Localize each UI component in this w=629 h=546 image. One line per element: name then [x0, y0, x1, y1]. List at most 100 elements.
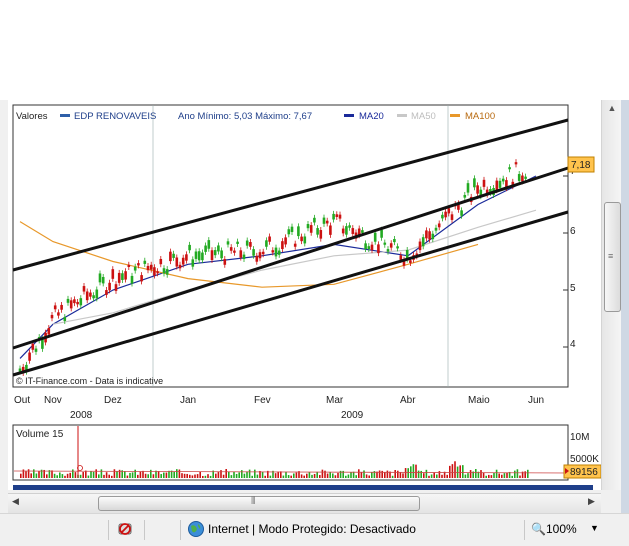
candle [105, 290, 108, 295]
candle [498, 180, 502, 188]
status-separator [180, 520, 181, 540]
volume-bar [511, 475, 513, 478]
chevron-down-icon[interactable]: ▼ [590, 523, 599, 533]
candle [364, 243, 367, 250]
candle [57, 312, 60, 316]
volume-bar [316, 471, 318, 478]
volume-bar [199, 471, 201, 478]
candle [290, 226, 294, 232]
volume-bar [186, 473, 188, 478]
candle [178, 264, 182, 269]
candle [351, 228, 355, 234]
candle [191, 259, 195, 267]
volume-bar [300, 474, 303, 478]
volume-bar [412, 464, 415, 478]
candle [428, 231, 431, 240]
zoom-level[interactable]: 100% [546, 522, 577, 536]
volume-bar [277, 471, 279, 478]
volume-bar [462, 465, 464, 478]
status-separator [108, 520, 109, 540]
candle [207, 240, 211, 249]
volume-bar [69, 472, 71, 478]
y-tick-label: 5 [570, 283, 576, 294]
horizontal-scrollbar[interactable]: ◀ ⦀ ▶ [8, 493, 601, 513]
volume-bar [368, 475, 370, 478]
volume-bar [295, 472, 298, 478]
volume-bar [103, 474, 105, 478]
volume-bar [293, 473, 295, 478]
candle [172, 253, 175, 258]
candle [425, 230, 428, 239]
candle [300, 236, 303, 242]
volume-bar [165, 472, 168, 478]
volume-bar [46, 474, 48, 478]
x-tick-label: Maio [468, 395, 490, 406]
candle [181, 257, 185, 265]
internet-globe-icon[interactable] [187, 520, 205, 538]
volume-bar [248, 469, 251, 478]
volume-bar [311, 474, 313, 478]
volume-bar [74, 472, 77, 478]
candle [114, 284, 118, 291]
zoom-icon[interactable]: 🔍 [531, 522, 546, 536]
legend-ma20: MA20 [359, 111, 384, 122]
volume-bar [423, 473, 425, 478]
volume-bar [30, 473, 32, 478]
volume-bar [160, 474, 162, 478]
volume-bar [82, 472, 84, 478]
candle [418, 241, 422, 251]
vertical-scrollbar[interactable]: ▲ ≡ [601, 100, 622, 490]
volume-bar [137, 474, 139, 478]
candle [338, 214, 342, 219]
volume-bar [147, 474, 149, 478]
security-zone[interactable]: Internet | Modo Protegido: Desactivado [208, 522, 416, 536]
candle [361, 230, 364, 233]
volume-bar [181, 473, 183, 478]
browser-window: Valores EDP RENOVAVEIS Ano Mínimo: 5,03 … [0, 100, 629, 546]
candle [50, 314, 54, 319]
volume-bar [454, 461, 456, 478]
candle [197, 251, 201, 261]
volume-bar [360, 472, 363, 478]
horizontal-scroll-thumb[interactable]: ⦀ [98, 496, 420, 511]
candle [226, 241, 230, 245]
candle [239, 250, 243, 258]
candle [271, 250, 275, 253]
volume-bar [209, 475, 212, 478]
volume-bar [220, 470, 222, 478]
volume-bar [191, 475, 194, 478]
scroll-up-icon[interactable]: ▲ [602, 100, 622, 117]
vertical-scroll-thumb[interactable]: ≡ [604, 202, 621, 312]
volume-bar [202, 475, 204, 478]
volume-tick: 5000K [570, 454, 599, 465]
volume-bar [233, 471, 235, 478]
scroll-left-icon[interactable]: ◀ [12, 496, 19, 507]
candle [460, 210, 463, 216]
volume-bar [493, 472, 495, 478]
scroll-right-icon[interactable]: ▶ [588, 496, 595, 507]
candle [146, 265, 150, 271]
volume-bar [108, 474, 110, 478]
candle [373, 232, 377, 242]
security-blocked-icon[interactable] [116, 520, 134, 538]
candle [162, 268, 166, 274]
volume-bar [282, 475, 285, 478]
candle [287, 229, 291, 235]
volume-bar [287, 475, 290, 478]
candle [89, 292, 92, 297]
window-frame [621, 100, 629, 545]
year-label: 2009 [341, 410, 364, 421]
candle [517, 174, 521, 181]
volume-bar [173, 471, 175, 478]
volume-bar [303, 475, 305, 478]
volume-bar [27, 469, 30, 478]
candle [18, 368, 22, 372]
volume-bar [321, 469, 324, 478]
volume-bar [131, 472, 134, 478]
candle [130, 275, 134, 284]
candle [393, 238, 396, 243]
legend-ma50-swatch [397, 114, 407, 117]
volume-bar [402, 473, 404, 478]
volume-bar [246, 471, 248, 478]
volume-bar [254, 469, 256, 478]
